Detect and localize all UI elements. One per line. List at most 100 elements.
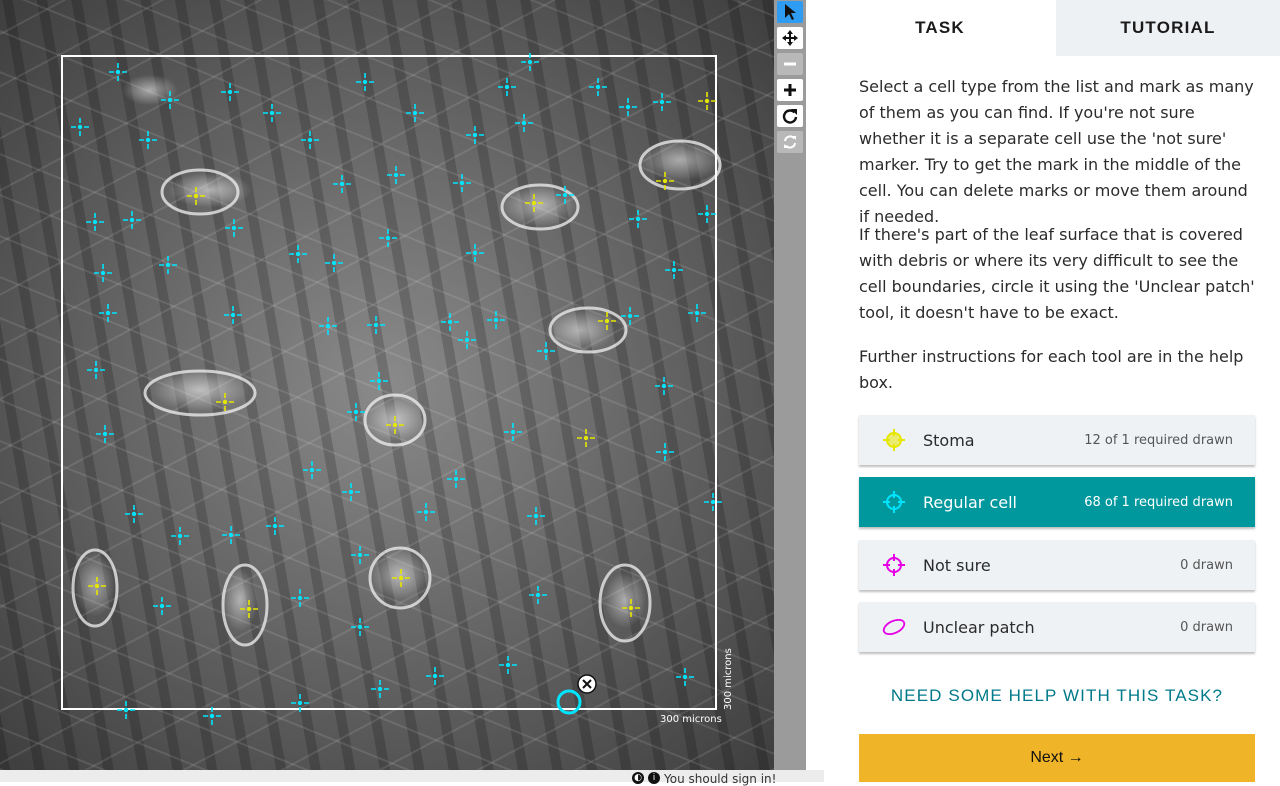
regular-cell-marker[interactable] [94,264,112,282]
regular-cell-marker[interactable] [356,73,374,91]
image-toolbar [774,0,806,770]
regular-cell-marker[interactable] [371,680,389,698]
zoom-in-button[interactable] [777,79,803,101]
instruction-paragraph-2: If there's part of the leaf surface that… [859,225,1255,322]
regular-cell-marker[interactable] [466,244,484,262]
regular-cell-marker[interactable] [159,256,177,274]
regular-cell-marker[interactable] [589,78,607,96]
regular-cell-marker[interactable] [504,423,522,441]
regular-cell-marker[interactable] [458,331,476,349]
regular-cell-marker[interactable] [222,526,240,544]
next-button[interactable]: Next → [859,734,1255,782]
stoma-marker[interactable] [525,194,543,212]
regular-cell-marker[interactable] [453,174,471,192]
regular-cell-marker[interactable] [406,104,424,122]
tool-stoma[interactable]: Stoma 12 of 1 required drawn [859,415,1255,465]
regular-cell-marker[interactable] [161,91,179,109]
regular-cell-marker[interactable] [688,304,706,322]
tool-regular-cell[interactable]: Regular cell 68 of 1 required drawn [859,477,1255,527]
tool-unclear-patch[interactable]: Unclear patch 0 drawn [859,602,1255,652]
annotation-layer[interactable]: 300 microns 300 microns [0,0,774,770]
sign-in-notice[interactable]: ◐ i You should sign in! [632,772,776,786]
regular-cell-marker[interactable] [266,517,284,535]
regular-cell-marker[interactable] [87,361,105,379]
zoom-out-button[interactable] [777,53,803,75]
regular-cell-marker[interactable] [665,261,683,279]
stoma-marker[interactable] [622,599,640,617]
tab-tutorial[interactable]: TUTORIAL [1056,0,1280,56]
regular-cell-marker[interactable] [351,546,369,564]
leaf-image-viewer[interactable]: 300 microns 300 microns [0,0,774,770]
regular-cell-marker[interactable] [656,443,674,461]
regular-cell-marker[interactable] [537,342,555,360]
regular-cell-marker[interactable] [447,470,465,488]
stoma-marker[interactable] [187,187,205,205]
regular-cell-marker[interactable] [303,461,321,479]
minus-icon [784,62,796,66]
regular-cell-marker[interactable] [221,83,239,101]
regular-cell-marker[interactable] [125,505,143,523]
regular-cell-marker[interactable] [153,597,171,615]
stoma-marker[interactable] [386,416,404,434]
regular-cell-marker[interactable] [379,229,397,247]
regular-cell-marker[interactable] [109,63,127,81]
regular-cell-marker[interactable] [96,425,114,443]
tool-stoma-label: Stoma [923,430,975,450]
regular-cell-marker[interactable] [527,507,545,525]
move-tool-button[interactable] [777,27,803,49]
regular-cell-marker[interactable] [619,98,637,116]
regular-cell-marker[interactable] [325,254,343,272]
scale-bar-right: 300 microns [723,648,734,710]
delete-marker-button[interactable] [577,674,597,694]
regular-cell-marker[interactable] [499,656,517,674]
regular-cell-marker[interactable] [417,503,435,521]
regular-cell-marker[interactable] [466,126,484,144]
regular-cell-marker[interactable] [342,483,360,501]
regular-cell-marker[interactable] [291,589,309,607]
regular-cell-marker[interactable] [347,403,365,421]
regular-cell-marker[interactable] [99,304,117,322]
regular-cell-marker[interactable] [629,210,647,228]
regular-cell-marker[interactable] [515,114,533,132]
regular-cell-marker[interactable] [351,618,369,636]
stoma-marker[interactable] [240,600,258,618]
regular-cell-marker[interactable] [171,527,189,545]
regular-cell-marker[interactable] [71,118,89,136]
regular-cell-marker[interactable] [367,316,385,334]
regular-cell-marker[interactable] [139,131,157,149]
regular-cell-marker[interactable] [224,306,242,324]
regular-cell-marker[interactable] [117,701,135,719]
regular-cell-marker[interactable] [370,372,388,390]
regular-cell-marker[interactable] [704,493,722,511]
stoma-marker[interactable] [698,92,716,110]
regular-cell-marker[interactable] [333,175,351,193]
help-link[interactable]: NEED SOME HELP WITH THIS TASK? [859,686,1255,706]
regular-cell-marker[interactable] [387,166,405,184]
tab-task[interactable]: TASK [824,0,1056,56]
rotate-button[interactable] [777,105,803,127]
stoma-marker[interactable] [577,429,595,447]
regular-cell-marker[interactable] [319,317,337,335]
reset-icon [784,135,796,149]
regular-cell-marker[interactable] [676,668,694,686]
regular-cell-marker[interactable] [426,667,444,685]
regular-cell-marker[interactable] [529,586,547,604]
tool-not-sure[interactable]: Not sure 0 drawn [859,540,1255,590]
regular-cell-marker[interactable] [86,213,104,231]
regular-cell-marker[interactable] [289,245,307,263]
regular-cell-marker[interactable] [301,131,319,149]
regular-cell-marker[interactable] [498,78,516,96]
regular-cell-marker[interactable] [698,205,716,223]
regular-cell-marker[interactable] [225,219,243,237]
regular-cell-marker[interactable] [123,211,141,229]
stoma-marker[interactable] [392,569,410,587]
reset-view-button[interactable] [777,131,803,153]
stoma-marker[interactable] [88,577,106,595]
regular-cell-marker[interactable] [263,104,281,122]
pointer-tool-button[interactable] [777,1,803,23]
regular-cell-marker[interactable] [487,311,505,329]
regular-cell-marker[interactable] [655,377,673,395]
regular-cell-marker[interactable] [441,313,459,331]
stoma-marker[interactable] [216,393,234,411]
regular-cell-marker[interactable] [653,93,671,111]
